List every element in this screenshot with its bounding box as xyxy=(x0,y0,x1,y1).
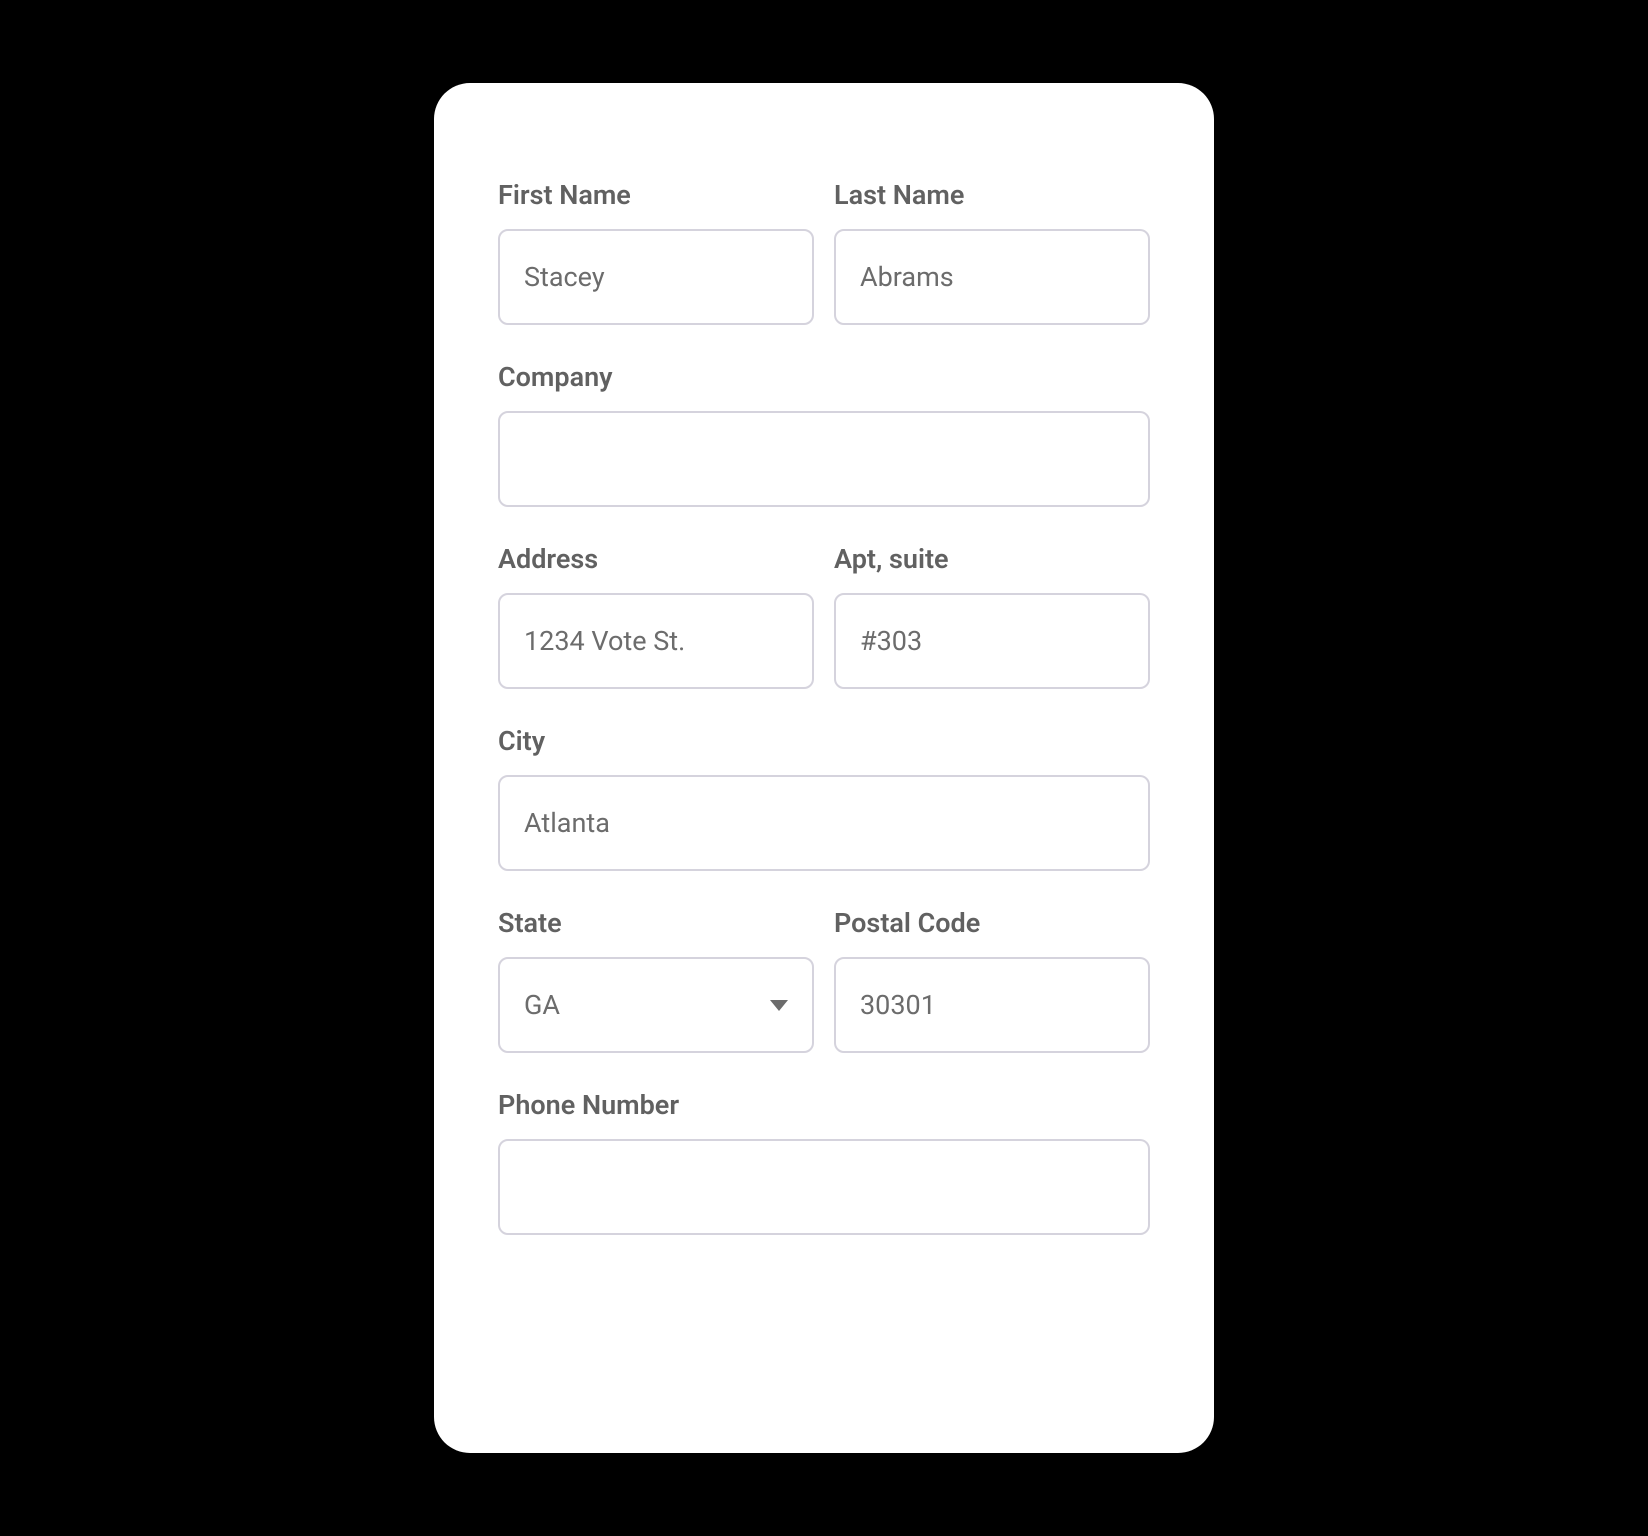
first-name-input[interactable] xyxy=(498,229,814,325)
form-card: First Name Last Name Company Address Apt… xyxy=(434,83,1214,1453)
company-field: Company xyxy=(498,361,1150,507)
address-field: Address xyxy=(498,543,814,689)
last-name-input[interactable] xyxy=(834,229,1150,325)
state-field: State GA xyxy=(498,907,814,1053)
state-select[interactable]: GA xyxy=(498,957,814,1053)
postal-label: Postal Code xyxy=(834,907,1150,939)
city-input[interactable] xyxy=(498,775,1150,871)
chevron-down-icon xyxy=(770,1000,788,1011)
address-label: Address xyxy=(498,543,814,575)
apt-input[interactable] xyxy=(834,593,1150,689)
first-name-label: First Name xyxy=(498,179,814,211)
city-label: City xyxy=(498,725,1150,757)
apt-label: Apt, suite xyxy=(834,543,1150,575)
state-label: State xyxy=(498,907,814,939)
company-label: Company xyxy=(498,361,1150,393)
apt-field: Apt, suite xyxy=(834,543,1150,689)
city-field: City xyxy=(498,725,1150,871)
last-name-label: Last Name xyxy=(834,179,1150,211)
address-input[interactable] xyxy=(498,593,814,689)
phone-label: Phone Number xyxy=(498,1089,1150,1121)
phone-field: Phone Number xyxy=(498,1089,1150,1235)
last-name-field: Last Name xyxy=(834,179,1150,325)
company-input[interactable] xyxy=(498,411,1150,507)
phone-input[interactable] xyxy=(498,1139,1150,1235)
postal-field: Postal Code xyxy=(834,907,1150,1053)
postal-input[interactable] xyxy=(834,957,1150,1053)
state-value: GA xyxy=(524,989,560,1021)
first-name-field: First Name xyxy=(498,179,814,325)
